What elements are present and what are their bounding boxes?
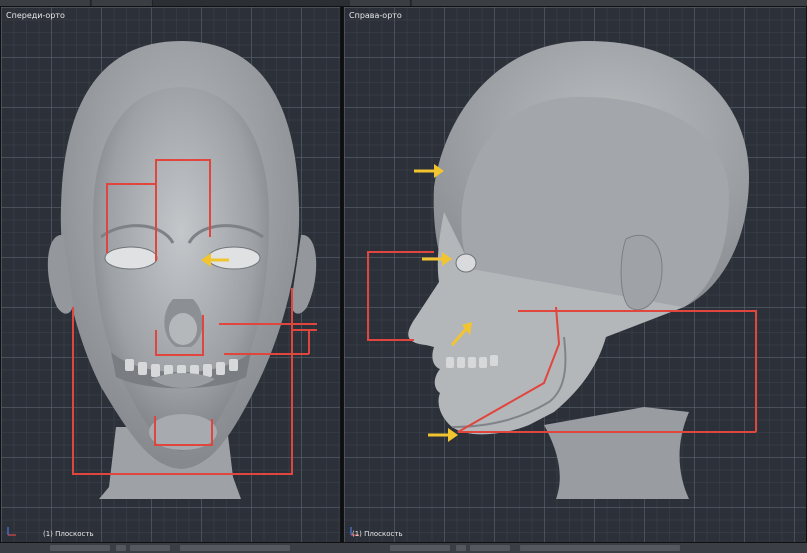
bottom-toolbar [0, 542, 807, 553]
side-ortho-viewport[interactable]: Справа-орто (1) Плоскость [343, 6, 807, 543]
viewport-footer: (1) Плоскость [352, 530, 403, 538]
shading-button[interactable] [116, 545, 126, 551]
measurement-guides [367, 164, 757, 442]
layer-buttons[interactable] [520, 545, 680, 551]
arrow-icon [414, 164, 472, 442]
front-ortho-viewport[interactable]: Спереди-орто (1) Плоскость [0, 6, 341, 543]
view-tools[interactable] [130, 545, 170, 551]
axis-icon [7, 527, 16, 536]
viewport-footer: (1) Плоскость [43, 530, 94, 538]
layer-buttons[interactable] [180, 545, 290, 551]
mode-selector[interactable] [390, 545, 450, 551]
shading-button[interactable] [456, 545, 466, 551]
arrow-icon [201, 253, 229, 267]
mode-selector[interactable] [50, 545, 110, 551]
measurement-guides [72, 159, 317, 475]
view-tools[interactable] [470, 545, 510, 551]
